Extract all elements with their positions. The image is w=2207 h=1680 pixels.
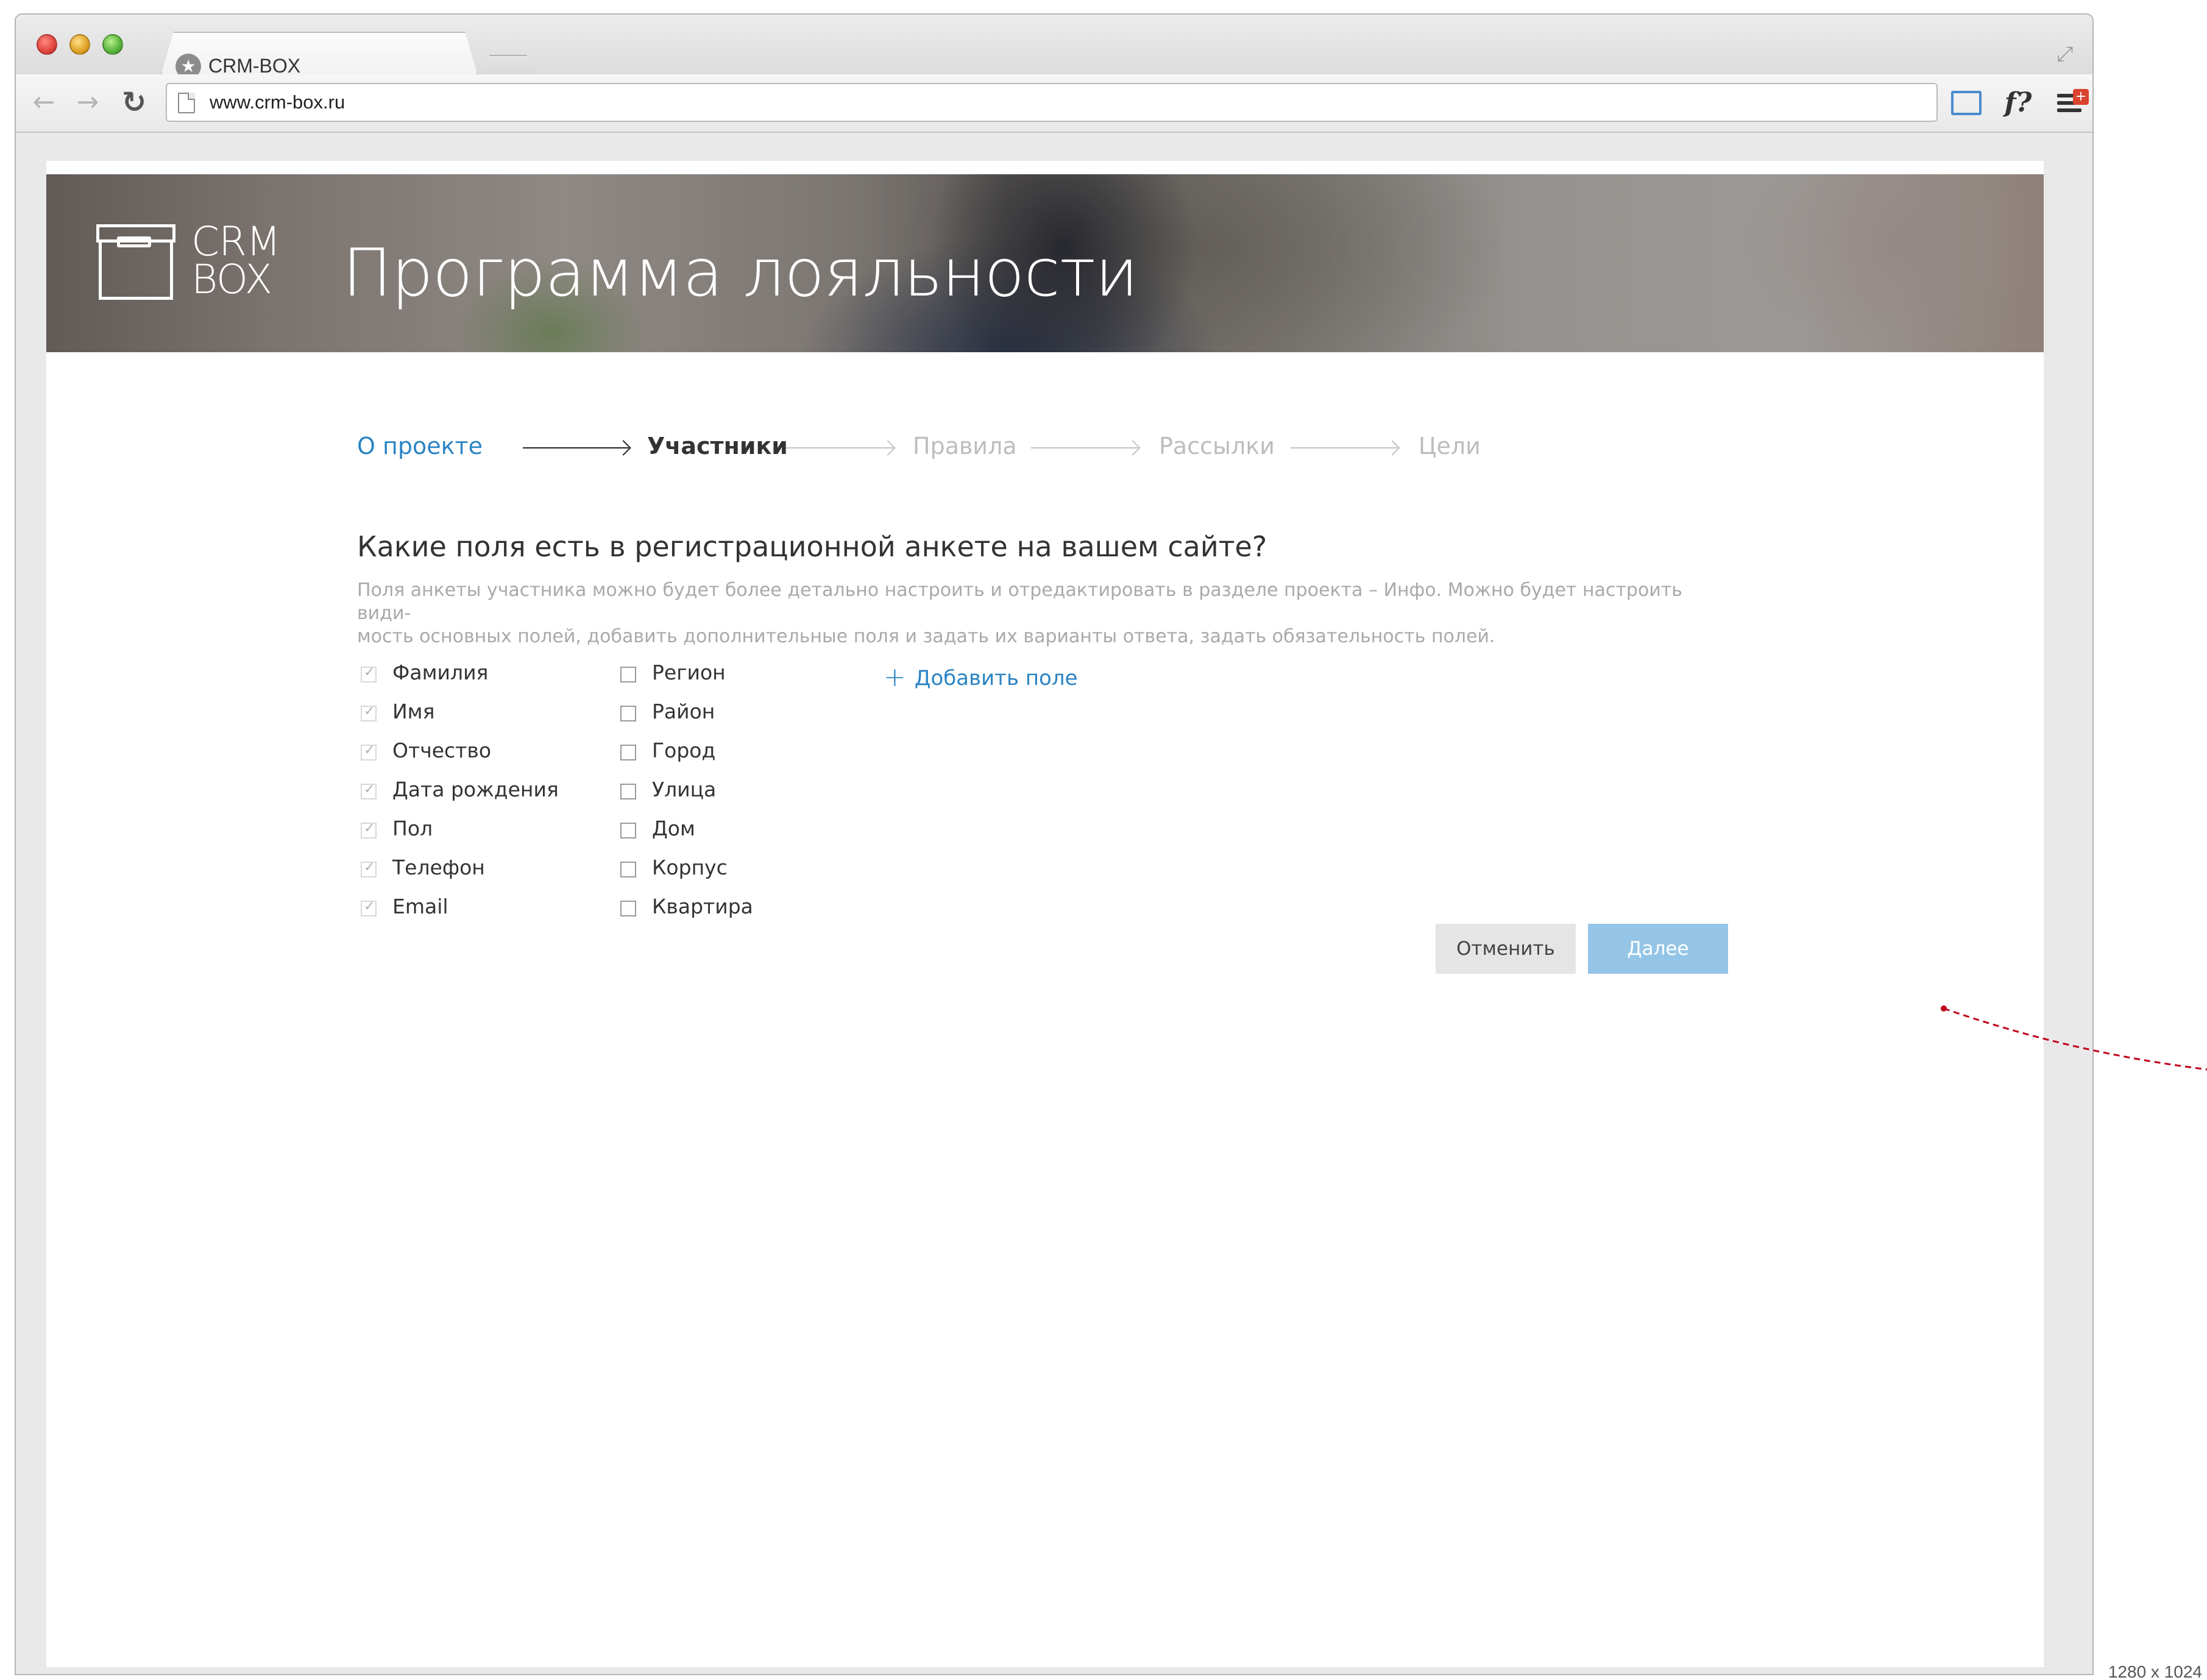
logo-text[interactable]: CRM BOX — [191, 218, 281, 303]
logo-line-2: BOX — [191, 256, 272, 303]
annotation-curve — [1943, 1007, 2207, 1071]
logo-line-1: CRM — [191, 218, 281, 265]
page-title: Программа лояльности — [342, 235, 1138, 311]
crm-box-logo-icon[interactable] — [96, 224, 175, 300]
screen-size-label: 1280 x 1024 — [2108, 1662, 2202, 1680]
